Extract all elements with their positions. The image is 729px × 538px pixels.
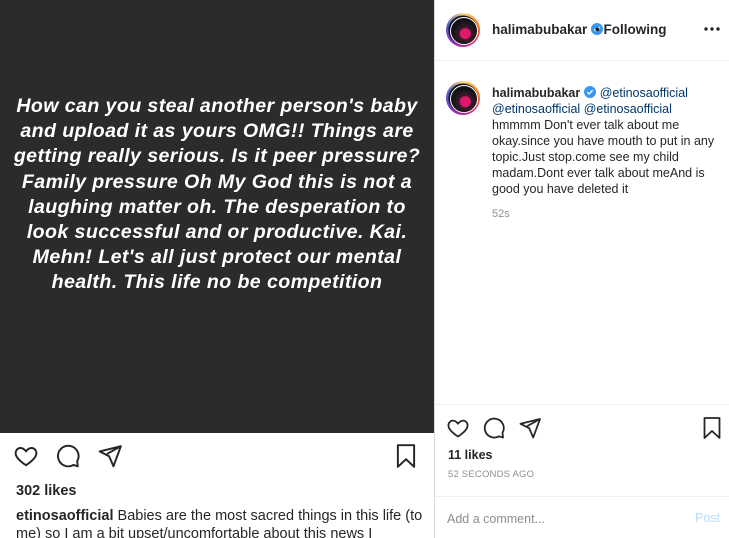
post-caption: etinosaofficial Babies are the most sacr…: [16, 507, 424, 538]
comment-username[interactable]: halimabubakar: [492, 86, 580, 100]
post-timestamp[interactable]: 52 SECONDS AGO: [448, 469, 534, 480]
heart-icon[interactable]: [13, 443, 39, 469]
comment-avatar[interactable]: [446, 81, 480, 115]
heart-icon[interactable]: [446, 416, 470, 440]
comment-body: halimabubakar @etinosaofficial @etinosao…: [492, 85, 724, 197]
story-text: How can you steal another person's baby …: [13, 95, 421, 294]
post-header: halimabubakar • Following: [435, 0, 729, 61]
header-username-text[interactable]: halimabubakar: [492, 22, 587, 37]
story-image: How can you steal another person's baby …: [0, 0, 434, 433]
comment-icon[interactable]: [55, 443, 81, 469]
post-button[interactable]: Post: [695, 511, 720, 525]
post-footer: 11 likes 52 SECONDS AGO Post: [435, 404, 729, 538]
like-count[interactable]: 11 likes: [448, 448, 493, 462]
header-username[interactable]: halimabubakar: [492, 22, 604, 37]
post-action-bar: [446, 416, 554, 440]
post-media-panel: How can you steal another person's baby …: [0, 0, 434, 538]
like-count[interactable]: 302 likes: [16, 483, 76, 499]
following-button[interactable]: • Following: [595, 22, 666, 37]
comment-icon[interactable]: [482, 416, 506, 440]
verified-badge-icon: [584, 86, 597, 98]
ellipsis-icon[interactable]: [703, 22, 721, 36]
avatar[interactable]: [446, 13, 480, 47]
share-icon[interactable]: [518, 416, 542, 440]
post-details-panel: halimabubakar • Following halimabubakar …: [435, 0, 729, 538]
comment-text: hmmmm Don't ever talk about me okay.sinc…: [492, 118, 715, 196]
comment-input[interactable]: [447, 509, 677, 529]
mention-link[interactable]: @etinosaofficial: [492, 102, 580, 116]
post-action-bar: [13, 443, 139, 469]
bookmark-icon[interactable]: [393, 443, 419, 469]
comment-timestamp[interactable]: 52s: [492, 208, 510, 220]
caption-username[interactable]: etinosaofficial: [16, 508, 114, 524]
mention-link[interactable]: @etinosaofficial: [584, 102, 672, 116]
bookmark-icon[interactable]: [700, 416, 724, 440]
mention-link[interactable]: @etinosaofficial: [600, 86, 688, 100]
add-comment-bar: Post: [435, 496, 729, 538]
share-icon[interactable]: [97, 443, 123, 469]
